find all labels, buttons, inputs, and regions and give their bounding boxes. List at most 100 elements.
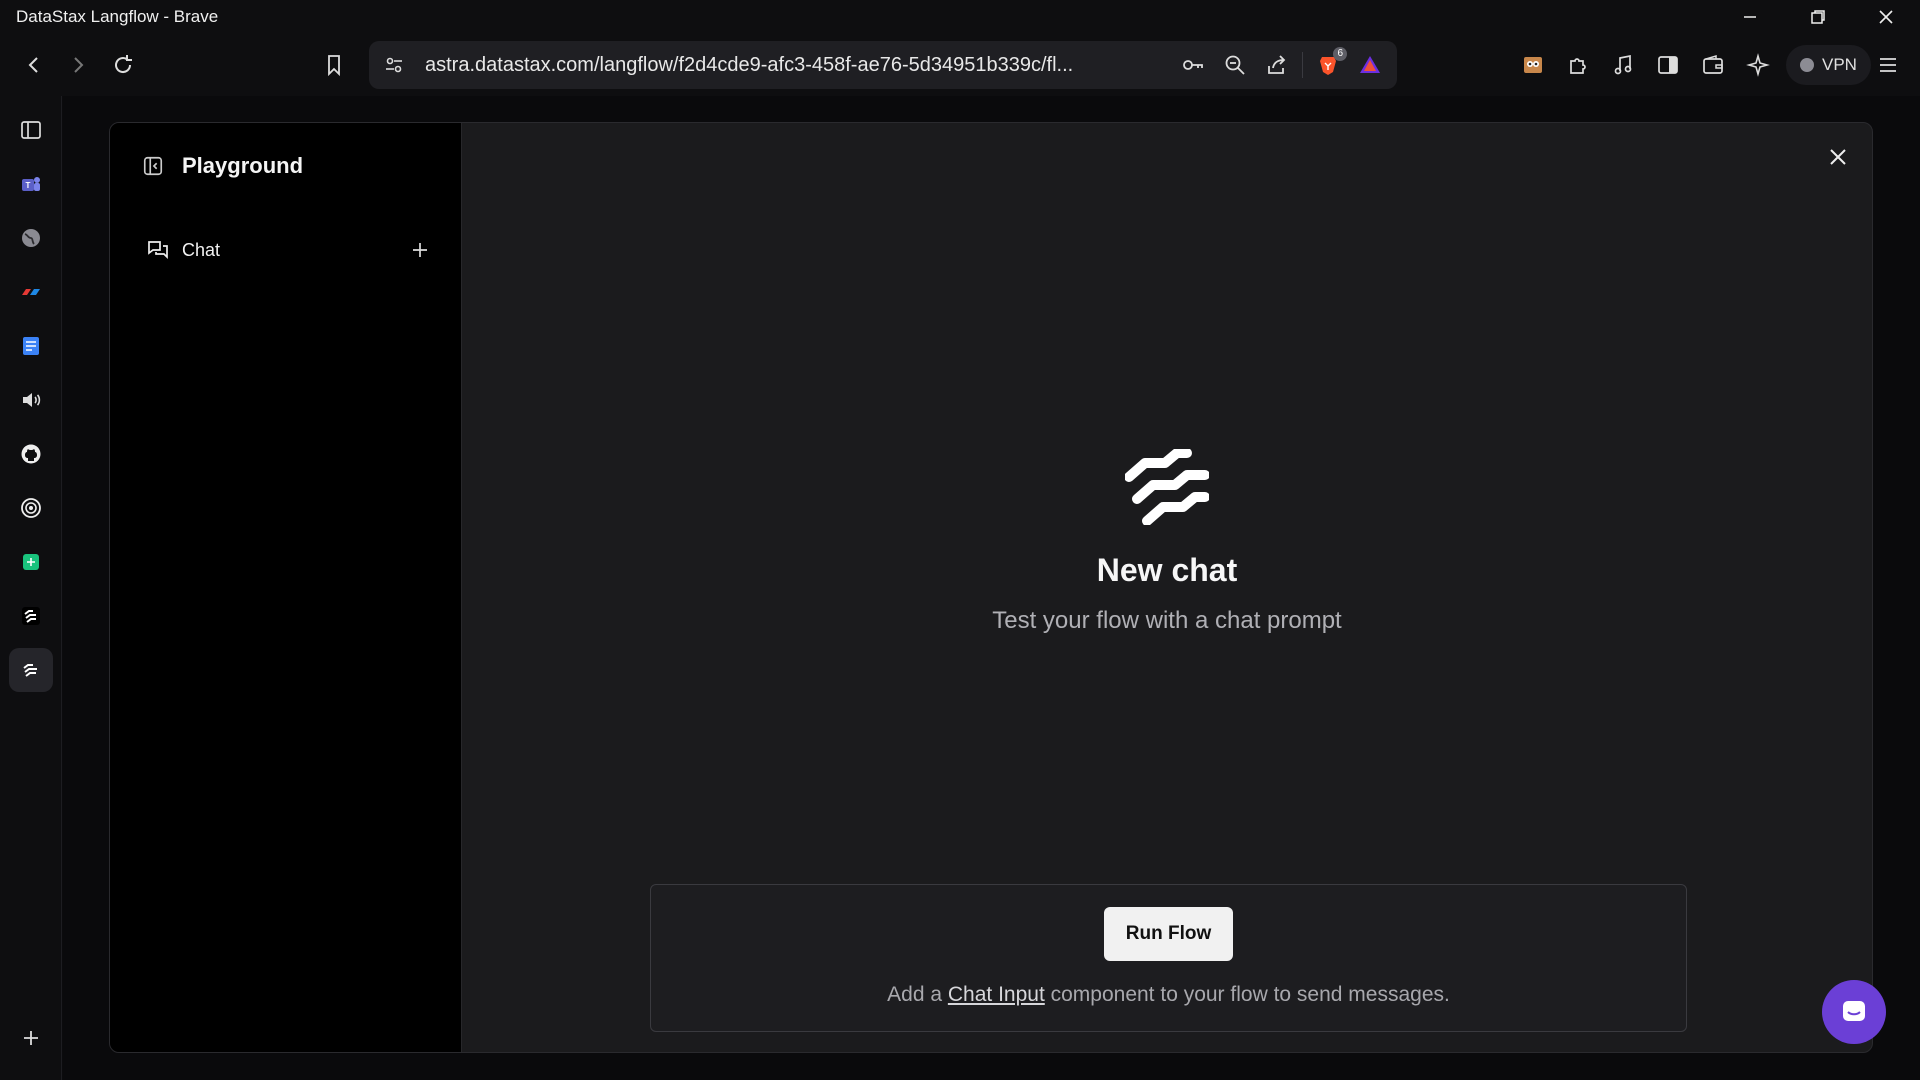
restore-button[interactable] xyxy=(1784,0,1852,34)
reload-icon xyxy=(115,55,132,74)
arrow-left-icon xyxy=(28,57,38,73)
brave-rewards-button[interactable] xyxy=(1349,41,1391,89)
owl-extension-icon xyxy=(1524,57,1542,73)
rewards-triangle-icon xyxy=(1360,56,1380,73)
hint-suffix: component to your flow to send messages. xyxy=(1044,983,1450,1006)
chat-input-hint: Add a Chat Input component to your flow … xyxy=(887,983,1450,1007)
new-chat-button[interactable] xyxy=(406,236,434,264)
teams-icon: T xyxy=(22,177,40,191)
wallet-button[interactable] xyxy=(1691,43,1735,87)
brave-shields-button[interactable]: 6 xyxy=(1307,41,1349,89)
bookmark-button[interactable] xyxy=(312,43,356,87)
playground-sidebar: Playground Chat xyxy=(110,123,462,1052)
minimize-button[interactable] xyxy=(1716,0,1784,34)
github-icon xyxy=(21,444,41,464)
close-icon xyxy=(1830,149,1846,165)
omnibox-divider xyxy=(1302,52,1303,78)
puzzle-icon xyxy=(1570,58,1586,74)
sidebar-panel-button[interactable] xyxy=(1646,43,1690,87)
openai-icon xyxy=(21,498,41,518)
leo-ai-button[interactable] xyxy=(1736,43,1780,87)
vpn-status-icon xyxy=(1800,58,1814,72)
wallet-icon xyxy=(1703,54,1723,74)
hint-prefix: Add a xyxy=(887,983,948,1006)
share-button[interactable] xyxy=(1256,41,1298,89)
sidebar-item-docs[interactable] xyxy=(9,324,53,368)
reload-button[interactable] xyxy=(101,43,145,87)
browser-toolbar: astra.datastax.com/langflow/f2d4cde9-afc… xyxy=(0,34,1920,96)
password-key-button[interactable] xyxy=(1172,41,1214,89)
langflow-logo-icon xyxy=(1124,448,1210,526)
playground-main: New chat Test your flow with a chat prom… xyxy=(462,123,1872,1052)
site-settings-button[interactable] xyxy=(373,41,415,89)
window-titlebar: DataStax Langflow - Brave xyxy=(0,0,1920,34)
empty-state-subtitle: Test your flow with a chat prompt xyxy=(992,607,1342,634)
zoom-out-icon xyxy=(1225,55,1245,75)
tune-icon xyxy=(386,57,402,73)
extensions-button[interactable] xyxy=(1556,43,1600,87)
chat-session-item[interactable]: Chat xyxy=(146,235,434,265)
run-flow-button[interactable]: Run Flow xyxy=(1103,907,1234,961)
bookmark-icon xyxy=(328,55,340,77)
sidebar-add-button[interactable] xyxy=(9,1016,53,1060)
key-icon xyxy=(1183,60,1203,70)
shield-count-badge: 6 xyxy=(1333,47,1347,61)
address-bar[interactable]: astra.datastax.com/langflow/f2d4cde9-afc… xyxy=(369,41,1397,89)
menu-button[interactable] xyxy=(1866,43,1910,87)
sheets-icon xyxy=(23,554,39,570)
playground-header: Playground xyxy=(142,153,303,179)
sidebar-item-langflow[interactable] xyxy=(9,594,53,638)
sidebar-toggle-button[interactable] xyxy=(9,108,53,152)
sidebar-item-langflow-active[interactable] xyxy=(9,648,53,692)
docs-icon xyxy=(23,337,39,355)
sidebar-item-sheets[interactable] xyxy=(9,540,53,584)
langflow-icon xyxy=(22,607,40,625)
plus-icon xyxy=(413,243,427,257)
forward-button[interactable] xyxy=(56,43,100,87)
sidebar-toggle-icon xyxy=(21,121,41,139)
langflow-active-icon xyxy=(23,664,37,677)
vpn-label: VPN xyxy=(1822,55,1857,74)
sidebar-item-openai[interactable] xyxy=(9,486,53,530)
sidebar-item-app[interactable] xyxy=(9,270,53,314)
back-button[interactable] xyxy=(12,43,56,87)
sidebar-item-teams[interactable]: T xyxy=(9,162,53,206)
close-icon xyxy=(1879,10,1893,24)
close-window-button[interactable] xyxy=(1852,0,1920,34)
sidebar-item-speaker[interactable] xyxy=(9,378,53,422)
add-icon xyxy=(24,1031,38,1045)
empty-state-title: New chat xyxy=(1096,552,1238,588)
side-panel-icon xyxy=(1658,56,1678,74)
empty-chat-state: New chat Test your flow with a chat prom… xyxy=(462,448,1872,635)
minimize-icon xyxy=(1744,16,1756,18)
langflow-logo xyxy=(1124,448,1210,530)
sidebar-item-globe[interactable] xyxy=(9,216,53,260)
app-icon xyxy=(22,289,40,295)
music-note-icon xyxy=(1614,54,1632,75)
playground-title: Playground xyxy=(182,153,304,178)
collapse-sidebar-icon[interactable] xyxy=(142,155,164,177)
sparkle-icon xyxy=(1746,53,1770,77)
extension-owl-button[interactable] xyxy=(1511,43,1555,87)
svg-text:T: T xyxy=(26,181,31,190)
vpn-button[interactable]: VPN xyxy=(1786,45,1871,85)
globe-icon xyxy=(22,229,40,247)
window-title: DataStax Langflow - Brave xyxy=(16,7,219,26)
speaker-icon xyxy=(23,393,41,407)
messages-icon xyxy=(148,241,168,260)
zoom-button[interactable] xyxy=(1214,41,1256,89)
browser-sidebar: T xyxy=(0,96,62,1080)
share-icon xyxy=(1268,55,1286,74)
chat-bubble-icon xyxy=(1843,1001,1865,1021)
playground-modal: Playground Chat New chat Test your flow … xyxy=(109,122,1873,1053)
restore-icon xyxy=(1811,10,1825,24)
arrow-right-icon xyxy=(74,57,84,73)
close-playground-button[interactable] xyxy=(1822,141,1854,173)
url-text[interactable]: astra.datastax.com/langflow/f2d4cde9-afc… xyxy=(415,54,1172,77)
media-button[interactable] xyxy=(1601,43,1645,87)
sidebar-item-github[interactable] xyxy=(9,432,53,476)
hamburger-icon xyxy=(1880,58,1896,72)
chat-input-panel: Run Flow Add a Chat Input component to y… xyxy=(650,884,1687,1032)
support-chat-launcher[interactable] xyxy=(1822,980,1886,1044)
chat-input-link[interactable]: Chat Input xyxy=(948,983,1045,1006)
